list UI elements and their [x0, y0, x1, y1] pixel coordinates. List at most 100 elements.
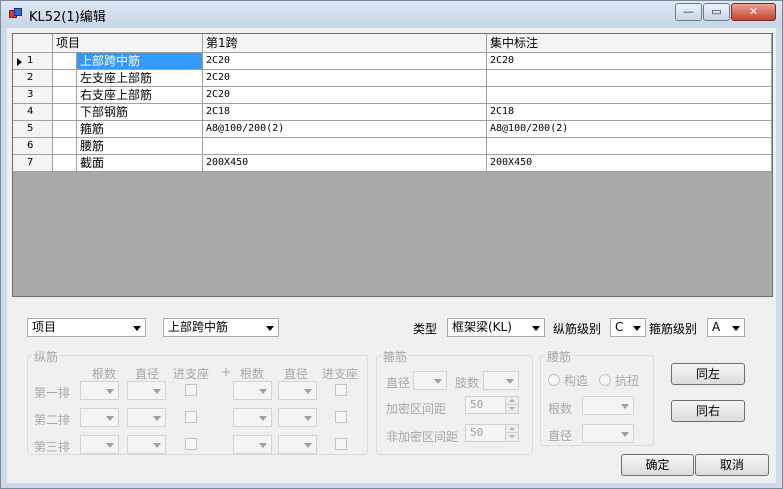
rebar-grid[interactable]: 项目 第1跨 集中标注 1 上部跨中筋 2C20 2C20 2 左支座上部筋 2C20 3 右支…	[12, 33, 773, 297]
chevron-down-icon	[106, 443, 114, 448]
ok-button[interactable]: 确定	[621, 454, 694, 476]
current-row-arrow-icon	[17, 58, 22, 66]
note-cell[interactable]	[487, 70, 772, 87]
into-support-checkbox-2[interactable]	[335, 384, 347, 396]
title-bar[interactable]: KL52(1)编辑 — ▭ ✕	[1, 1, 782, 27]
long-grade-select[interactable]: C	[610, 318, 646, 337]
note-cell[interactable]	[487, 138, 772, 155]
long-count-select-2[interactable]	[233, 408, 272, 427]
torsion-radio[interactable]	[599, 374, 611, 386]
long-diameter-select[interactable]	[127, 408, 166, 427]
long-diameter-select[interactable]	[127, 435, 166, 454]
item-cell[interactable]: 左支座上部筋	[77, 70, 203, 87]
table-row[interactable]: 7 截面 200X450 200X450	[13, 155, 772, 172]
same-left-button[interactable]: 同左	[671, 363, 745, 385]
span1-cell[interactable]: 2C20	[203, 87, 487, 104]
into-support-checkbox-2[interactable]	[335, 438, 347, 450]
row-header[interactable]: 4	[13, 104, 53, 121]
cancel-button[interactable]: 取消	[695, 454, 769, 476]
span1-cell[interactable]	[203, 138, 487, 155]
item-cell[interactable]: 上部跨中筋	[77, 53, 203, 70]
spin-down-icon[interactable]	[505, 433, 518, 441]
span1-cell[interactable]: 2C20	[203, 70, 487, 87]
row-blank-cell	[53, 121, 77, 138]
stirrup-grade-label: 箍筋级别	[649, 322, 698, 336]
waist-count-select[interactable]	[582, 396, 634, 415]
chevron-down-icon	[506, 379, 514, 384]
row-header[interactable]: 6	[13, 138, 53, 155]
header-span1[interactable]: 第1跨	[203, 34, 487, 53]
spin-up-icon[interactable]	[505, 397, 518, 405]
row-header[interactable]: 1	[13, 53, 53, 70]
maximize-button[interactable]: ▭	[703, 3, 730, 21]
table-row[interactable]: 4 下部钢筋 2C18 2C18	[13, 104, 772, 121]
minimize-button[interactable]: —	[675, 3, 702, 21]
item-cell[interactable]: 截面	[77, 155, 203, 172]
stirrup-grade-select[interactable]: A	[707, 318, 745, 337]
dense-spacing-spinner[interactable]: 50	[465, 396, 519, 414]
span1-cell[interactable]: 2C20	[203, 53, 487, 70]
long-diameter-select-2[interactable]	[278, 408, 317, 427]
construct-radio[interactable]	[548, 374, 560, 386]
chevron-down-icon	[304, 389, 312, 394]
long-count-select[interactable]	[80, 381, 119, 400]
item-cell[interactable]: 腰筋	[77, 138, 203, 155]
long-diameter-select-2[interactable]	[278, 381, 317, 400]
into-support-checkbox[interactable]	[185, 411, 197, 423]
table-row[interactable]: 1 上部跨中筋 2C20 2C20	[13, 53, 772, 70]
note-cell[interactable]	[487, 87, 772, 104]
long-count-select-2[interactable]	[233, 381, 272, 400]
table-row[interactable]: 6 腰筋	[13, 138, 772, 155]
spin-up-icon[interactable]	[505, 425, 518, 433]
stirrup-legs-select[interactable]	[483, 371, 519, 390]
waist-diameter-label: 直径	[548, 429, 573, 443]
span1-cell[interactable]: 200X450	[203, 155, 487, 172]
row-header[interactable]: 3	[13, 87, 53, 104]
type-select[interactable]: 框架梁(KL)	[447, 318, 545, 337]
type-label: 类型	[413, 322, 438, 336]
nondense-spacing-spinner[interactable]: 50	[465, 424, 519, 442]
row-header[interactable]: 5	[13, 121, 53, 138]
row-header[interactable]: 2	[13, 70, 53, 87]
chevron-down-icon	[153, 443, 161, 448]
chevron-down-icon	[304, 416, 312, 421]
field-select[interactable]: 项目	[27, 318, 146, 337]
note-cell[interactable]: A8@100/200(2)	[487, 121, 772, 138]
item-cell[interactable]: 下部钢筋	[77, 104, 203, 121]
table-row[interactable]: 3 右支座上部筋 2C20	[13, 87, 772, 104]
note-cell[interactable]: 2C18	[487, 104, 772, 121]
long-row-label: 第一排	[34, 386, 71, 400]
into-support-checkbox[interactable]	[185, 384, 197, 396]
long-count-select-2[interactable]	[233, 435, 272, 454]
stirrup-diameter-select[interactable]	[413, 371, 447, 390]
note-cell[interactable]: 2C20	[487, 53, 772, 70]
header-item[interactable]: 项目	[53, 34, 203, 53]
chevron-down-icon	[106, 416, 114, 421]
chevron-down-icon	[133, 326, 141, 331]
row-header[interactable]: 7	[13, 155, 53, 172]
span1-cell[interactable]: 2C18	[203, 104, 487, 121]
into-support-checkbox-2[interactable]	[335, 411, 347, 423]
note-cell[interactable]: 200X450	[487, 155, 772, 172]
long-diameter-select[interactable]	[127, 381, 166, 400]
long-count-select[interactable]	[80, 435, 119, 454]
item-cell[interactable]: 右支座上部筋	[77, 87, 203, 104]
span1-cell[interactable]: A8@100/200(2)	[203, 121, 487, 138]
row-blank-cell	[53, 155, 77, 172]
same-right-button[interactable]: 同右	[671, 400, 745, 422]
table-row[interactable]: 2 左支座上部筋 2C20	[13, 70, 772, 87]
into-support-checkbox[interactable]	[185, 438, 197, 450]
table-row[interactable]: 5 箍筋 A8@100/200(2) A8@100/200(2)	[13, 121, 772, 138]
col-count-label: 根数	[92, 367, 117, 381]
longitudinal-title: 纵筋	[32, 348, 61, 365]
spin-down-icon[interactable]	[505, 405, 518, 413]
long-row-label: 第二排	[34, 413, 71, 427]
waist-diameter-select[interactable]	[582, 424, 634, 443]
torsion-label: 抗扭	[615, 374, 640, 388]
close-button[interactable]: ✕	[731, 3, 776, 21]
item-cell[interactable]: 箍筋	[77, 121, 203, 138]
long-count-select[interactable]	[80, 408, 119, 427]
long-diameter-select-2[interactable]	[278, 435, 317, 454]
item-select[interactable]: 上部跨中筋	[163, 318, 279, 337]
header-note[interactable]: 集中标注	[487, 34, 772, 53]
